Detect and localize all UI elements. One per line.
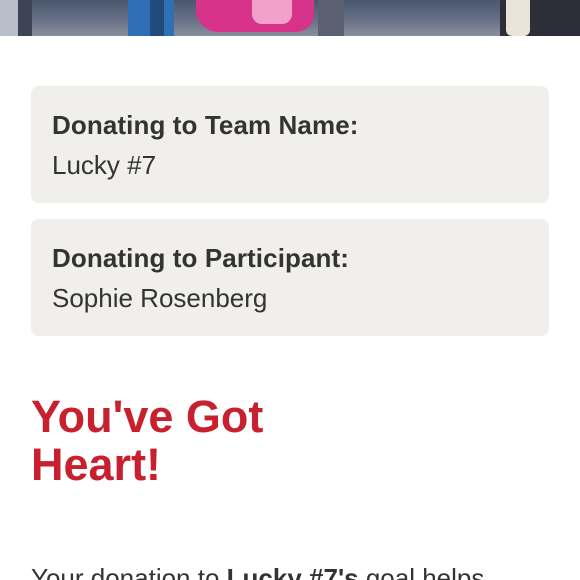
hero-image <box>0 0 580 36</box>
donation-message-prefix: Your donation to <box>31 563 227 580</box>
headline-line-2: Heart! <box>31 439 162 490</box>
headline-line-1: You've Got <box>31 391 264 442</box>
team-name-card: Donating to Team Name: Lucky #7 <box>31 86 549 203</box>
donation-message: Your donation to Lucky #7's goal helps <box>31 563 484 580</box>
donation-message-suffix: goal helps <box>358 563 485 580</box>
hero-figure <box>318 0 344 36</box>
hero-figure <box>506 0 530 36</box>
participant-card: Donating to Participant: Sophie Rosenber… <box>31 219 549 336</box>
headline: You've Got Heart! <box>31 393 391 489</box>
participant-value: Sophie Rosenberg <box>52 283 268 313</box>
team-name-value: Lucky #7 <box>52 150 157 180</box>
hero-figure <box>18 0 32 36</box>
participant-label: Donating to Participant: <box>52 243 350 273</box>
hero-figure <box>150 0 164 36</box>
donation-page: Donating to Team Name: Lucky #7 Donating… <box>0 0 580 580</box>
team-name-label: Donating to Team Name: <box>52 110 359 140</box>
donation-message-team: Lucky #7's <box>226 563 359 580</box>
hero-figure <box>252 0 292 24</box>
